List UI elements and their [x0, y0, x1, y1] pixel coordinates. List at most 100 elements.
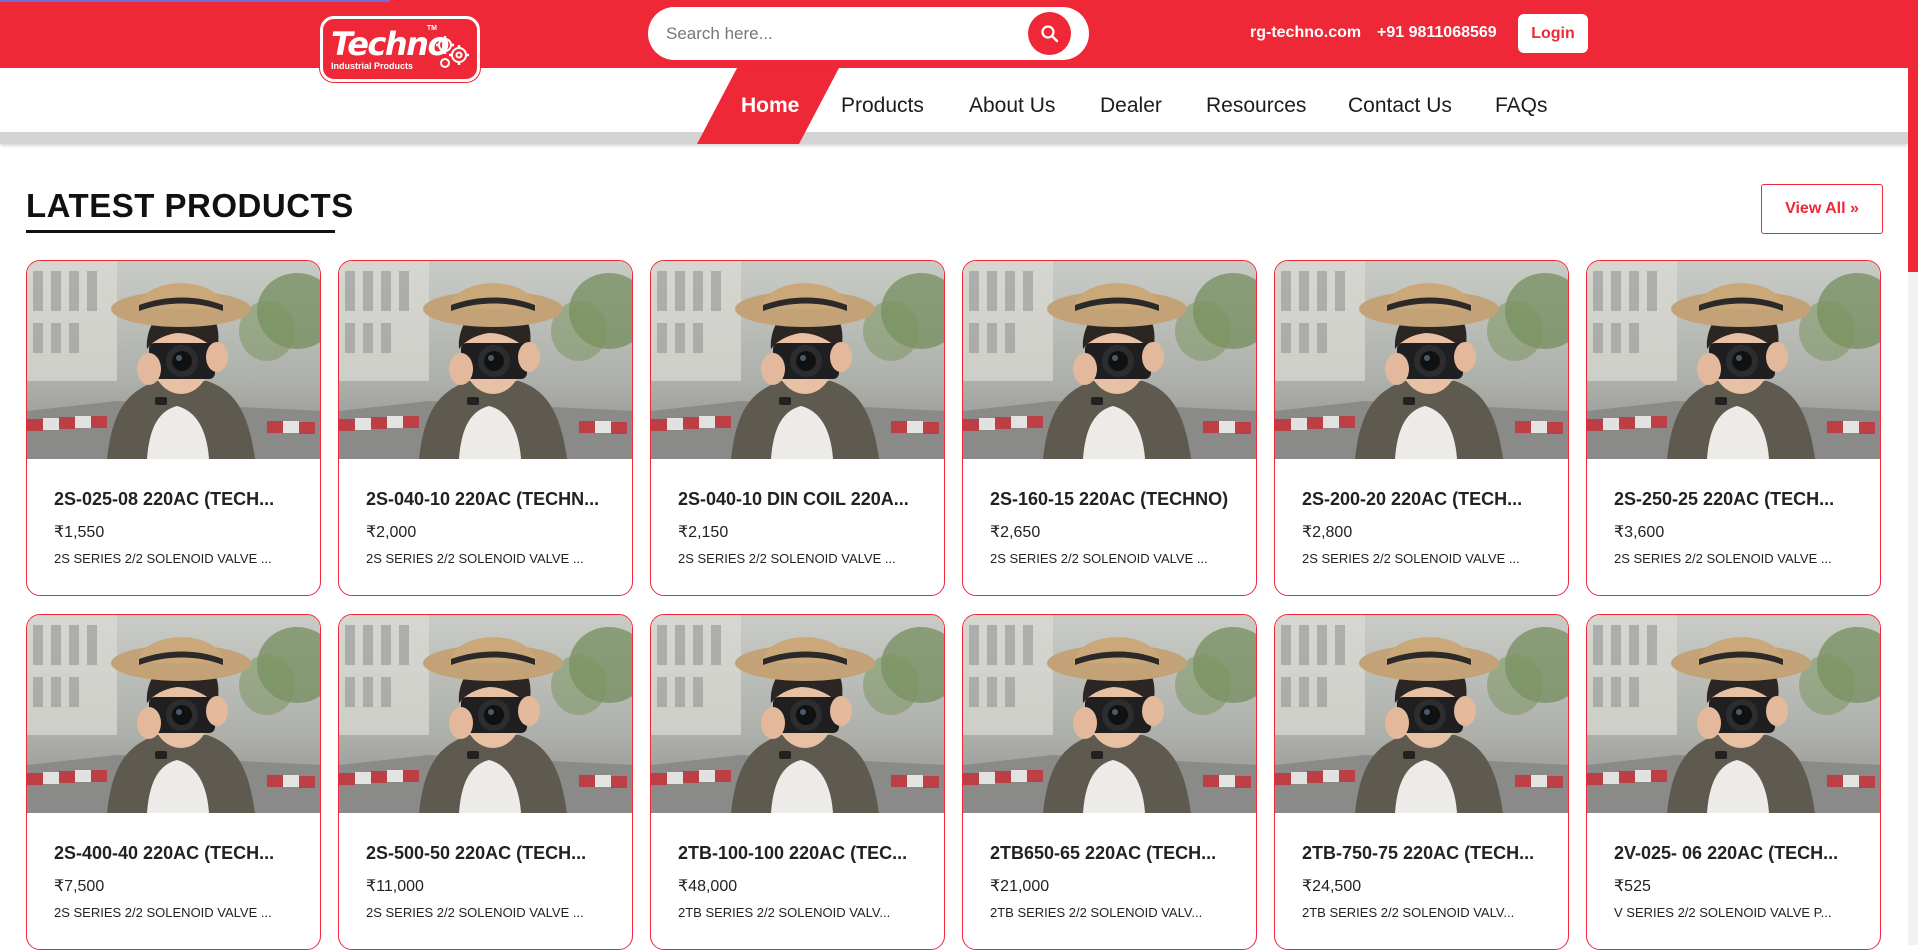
search-box [648, 7, 1089, 60]
photographer-image [651, 261, 944, 459]
photographer-image [339, 261, 632, 459]
product-card[interactable]: 2S-040-10 220AC (TECHN... ₹2,000 2S SERI… [338, 260, 633, 596]
product-image[interactable] [27, 261, 320, 459]
product-name[interactable]: 2S-200-20 220AC (TECH... [1302, 489, 1542, 510]
product-image[interactable] [1587, 615, 1880, 813]
photographer-image [1587, 615, 1880, 813]
photographer-image [963, 615, 1256, 813]
website-link[interactable]: rg-techno.com [1250, 24, 1361, 42]
product-info: 2S-250-25 220AC (TECH... ₹3,600 2S SERIE… [1587, 459, 1880, 566]
product-description: 2TB SERIES 2/2 SOLENOID VALV... [990, 905, 1203, 920]
product-card[interactable]: 2S-160-15 220AC (TECHNO) ₹2,650 2S SERIE… [962, 260, 1257, 596]
product-description: V SERIES 2/2 SOLENOID VALVE P... [1614, 905, 1832, 920]
product-description: 2S SERIES 2/2 SOLENOID VALVE ... [54, 551, 272, 566]
product-card[interactable]: 2TB-100-100 220AC (TEC... ₹48,000 2TB SE… [650, 614, 945, 950]
product-name[interactable]: 2TB-100-100 220AC (TEC... [678, 843, 918, 864]
product-image[interactable] [339, 261, 632, 459]
phone-link[interactable]: +91 9811068569 [1377, 24, 1497, 42]
nav-contact-us[interactable]: Contact Us [1348, 94, 1452, 118]
product-info: 2V-025- 06 220AC (TECH... ₹525 V SERIES … [1587, 813, 1880, 920]
nav-resources[interactable]: Resources [1206, 94, 1306, 118]
nav-home[interactable]: Home [741, 94, 799, 118]
product-info: 2S-040-10 DIN COIL 220A... ₹2,150 2S SER… [651, 459, 944, 566]
photographer-image [1587, 261, 1880, 459]
photographer-image [1275, 261, 1568, 459]
product-name[interactable]: 2S-400-40 220AC (TECH... [54, 843, 294, 864]
product-name[interactable]: 2S-040-10 DIN COIL 220A... [678, 489, 918, 510]
nav-about-us[interactable]: About Us [969, 94, 1055, 118]
product-info: 2S-500-50 220AC (TECH... ₹11,000 2S SERI… [339, 813, 632, 920]
product-price: ₹11,000 [366, 878, 424, 895]
top-header-bar: rg-techno.com +91 9811068569 Login [0, 0, 1908, 68]
product-card[interactable]: 2S-040-10 DIN COIL 220A... ₹2,150 2S SER… [650, 260, 945, 596]
product-grid: 2S-025-08 220AC (TECH... ₹1,550 2S SERIE… [26, 260, 1883, 950]
product-name[interactable]: 2TB650-65 220AC (TECH... [990, 843, 1230, 864]
product-image[interactable] [1587, 261, 1880, 459]
product-description: 2S SERIES 2/2 SOLENOID VALVE ... [990, 551, 1208, 566]
product-card[interactable]: 2S-200-20 220AC (TECH... ₹2,800 2S SERIE… [1274, 260, 1569, 596]
product-image[interactable] [651, 261, 944, 459]
product-image[interactable] [1275, 615, 1568, 813]
product-price: ₹525 [1614, 878, 1651, 895]
product-price: ₹21,000 [990, 878, 1050, 895]
product-card[interactable]: 2S-500-50 220AC (TECH... ₹11,000 2S SERI… [338, 614, 633, 950]
product-name[interactable]: 2TB-750-75 220AC (TECH... [1302, 843, 1542, 864]
nav-dealer[interactable]: Dealer [1100, 94, 1162, 118]
title-underline [26, 230, 335, 233]
product-info: 2S-040-10 220AC (TECHN... ₹2,000 2S SERI… [339, 459, 632, 566]
product-name[interactable]: 2S-160-15 220AC (TECHNO) [990, 489, 1230, 510]
product-name[interactable]: 2S-500-50 220AC (TECH... [366, 843, 606, 864]
product-image[interactable] [27, 615, 320, 813]
product-description: 2S SERIES 2/2 SOLENOID VALVE ... [366, 551, 584, 566]
photographer-image [27, 615, 320, 813]
search-button[interactable] [1028, 12, 1071, 55]
page-load-progress [0, 0, 390, 2]
product-name[interactable]: 2S-025-08 220AC (TECH... [54, 489, 294, 510]
product-image[interactable] [963, 615, 1256, 813]
product-description: 2S SERIES 2/2 SOLENOID VALVE ... [1614, 551, 1832, 566]
product-price: ₹3,600 [1614, 524, 1665, 541]
nav-products[interactable]: Products [841, 94, 924, 118]
product-card[interactable]: 2V-025- 06 220AC (TECH... ₹525 V SERIES … [1586, 614, 1881, 950]
product-card[interactable]: 2S-250-25 220AC (TECH... ₹3,600 2S SERIE… [1586, 260, 1881, 596]
photographer-image [27, 261, 320, 459]
product-info: 2TB-100-100 220AC (TEC... ₹48,000 2TB SE… [651, 813, 944, 920]
product-card[interactable]: 2TB650-65 220AC (TECH... ₹21,000 2TB SER… [962, 614, 1257, 950]
scrollbar-thumb[interactable] [1908, 0, 1918, 272]
product-image[interactable] [651, 615, 944, 813]
view-all-button[interactable]: View All » [1761, 184, 1883, 234]
photographer-image [1275, 615, 1568, 813]
product-image[interactable] [1275, 261, 1568, 459]
site-logo[interactable]: TM Techno Industrial Products [320, 16, 480, 82]
photographer-image [651, 615, 944, 813]
main-navigation: Home Products About Us Dealer Resources … [0, 68, 1908, 144]
product-description: 2S SERIES 2/2 SOLENOID VALVE ... [366, 905, 584, 920]
product-name[interactable]: 2S-250-25 220AC (TECH... [1614, 489, 1854, 510]
product-image[interactable] [963, 261, 1256, 459]
product-image[interactable] [339, 615, 632, 813]
product-info: 2S-400-40 220AC (TECH... ₹7,500 2S SERIE… [27, 813, 320, 920]
product-info: 2TB650-65 220AC (TECH... ₹21,000 2TB SER… [963, 813, 1256, 920]
page-scrollbar[interactable] [1908, 0, 1918, 945]
product-price: ₹2,650 [990, 524, 1041, 541]
product-description: 2S SERIES 2/2 SOLENOID VALVE ... [678, 551, 896, 566]
product-card[interactable]: 2S-400-40 220AC (TECH... ₹7,500 2S SERIE… [26, 614, 321, 950]
product-description: 2TB SERIES 2/2 SOLENOID VALV... [678, 905, 891, 920]
product-name[interactable]: 2V-025- 06 220AC (TECH... [1614, 843, 1854, 864]
product-price: ₹24,500 [1302, 878, 1362, 895]
product-price: ₹1,550 [54, 524, 105, 541]
product-card[interactable]: 2S-025-08 220AC (TECH... ₹1,550 2S SERIE… [26, 260, 321, 596]
product-description: 2S SERIES 2/2 SOLENOID VALVE ... [1302, 551, 1520, 566]
product-info: 2S-160-15 220AC (TECHNO) ₹2,650 2S SERIE… [963, 459, 1256, 566]
gears-icon [436, 36, 469, 68]
search-input[interactable] [666, 23, 1026, 44]
product-price: ₹2,800 [1302, 524, 1353, 541]
login-button[interactable]: Login [1518, 14, 1588, 53]
product-price: ₹7,500 [54, 878, 105, 895]
product-description: 2TB SERIES 2/2 SOLENOID VALV... [1302, 905, 1515, 920]
product-card[interactable]: 2TB-750-75 220AC (TECH... ₹24,500 2TB SE… [1274, 614, 1569, 950]
product-name[interactable]: 2S-040-10 220AC (TECHN... [366, 489, 606, 510]
product-info: 2S-025-08 220AC (TECH... ₹1,550 2S SERIE… [27, 459, 320, 566]
nav-faqs[interactable]: FAQs [1495, 94, 1548, 118]
photographer-image [339, 615, 632, 813]
